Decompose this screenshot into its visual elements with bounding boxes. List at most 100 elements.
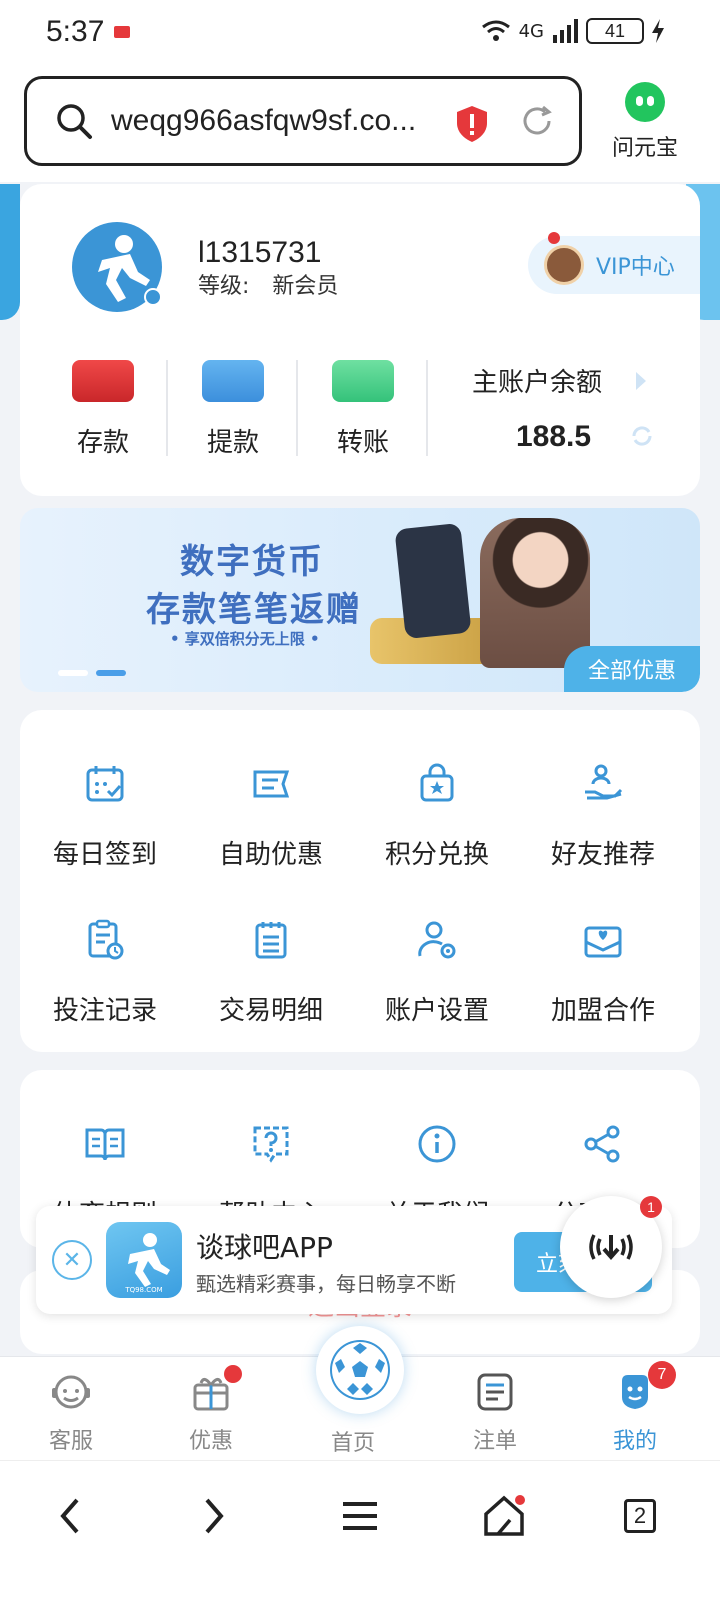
points-exchange-item[interactable]: 积分兑换: [352, 760, 522, 871]
search-icon: [57, 104, 92, 139]
tab-label: 客服: [48, 1429, 93, 1454]
carousel-dot[interactable]: [58, 670, 88, 676]
transfer-icon: [332, 360, 394, 402]
yuanbao-logo-icon: [625, 82, 665, 122]
self-service-offer-item[interactable]: 自助优惠: [186, 760, 356, 871]
tab-profile[interactable]: 7 我的: [580, 1361, 690, 1455]
book-icon: [85, 1128, 125, 1161]
signal-icon: [553, 19, 578, 43]
tab-label: 注单: [472, 1429, 517, 1454]
daily-checkin-item[interactable]: 每日签到: [20, 760, 190, 871]
tab-promotions[interactable]: 优惠: [156, 1365, 266, 1455]
tab-bet-slips[interactable]: 注单: [440, 1369, 550, 1455]
menu-label: 账户设置: [384, 996, 489, 1026]
card-icon: [202, 360, 264, 402]
tab-label: 首页: [330, 1431, 375, 1456]
chevron-left-icon: [60, 1498, 79, 1534]
home-button[interactable]: [316, 1326, 404, 1414]
profile-badge: 7: [648, 1361, 676, 1389]
list-doc-icon: [477, 1373, 513, 1411]
transaction-details-item[interactable]: 交易明细: [186, 916, 356, 1027]
menu-label: 加盟合作: [550, 996, 655, 1026]
floating-badge: 1: [640, 1196, 662, 1218]
question-bubble-icon: [253, 1126, 289, 1163]
menu-label: 好友推荐: [550, 840, 655, 870]
vip-center-label: VIP中心: [596, 255, 675, 280]
floating-download-button[interactable]: 1: [560, 1196, 662, 1298]
transfer-button[interactable]: 转账: [308, 360, 418, 459]
divider: [166, 360, 168, 456]
app-logo: TQ98.COM: [106, 1222, 182, 1298]
divider: [426, 360, 428, 456]
feature-menu: 每日签到 自助优惠 积分兑换 好友推荐 投注记录 交易明细 账户设置 加盟合作: [20, 710, 700, 1052]
bet-records-item[interactable]: 投注记录: [20, 916, 190, 1027]
address-bar[interactable]: weqg966asfqw9sf.co...: [24, 76, 582, 166]
ticket-icon: [253, 770, 290, 798]
profile-card: l1315731 等级: 新会员 VIP中心 存款 提款 转账 主账户余额 18…: [20, 184, 700, 496]
withdraw-button[interactable]: 提款: [178, 360, 288, 459]
hand-person-icon: [585, 764, 623, 800]
menu-label: 每日签到: [52, 840, 157, 870]
deposit-button[interactable]: 存款: [48, 360, 158, 459]
download-signal-icon: [589, 1234, 633, 1261]
menu-label: 自助优惠: [218, 840, 323, 870]
tab-label: 优惠: [188, 1429, 233, 1454]
app-title: 谈球吧APP: [196, 1231, 333, 1264]
menu-label: 积分兑换: [384, 840, 489, 870]
level-label: 等级:: [198, 274, 250, 299]
tab-label: 我的: [612, 1429, 657, 1454]
chevron-right-icon[interactable]: [636, 372, 646, 390]
info-icon: [418, 1125, 456, 1163]
chevron-right-icon: [205, 1498, 224, 1534]
model-image: [480, 518, 590, 668]
notification-book-icon: [114, 26, 131, 38]
share-icon: [584, 1125, 620, 1163]
gift-bag-icon: [420, 763, 454, 802]
username: l1315731: [198, 236, 322, 269]
avatar-status-dot: [144, 288, 162, 306]
carousel-dot-active[interactable]: [96, 670, 126, 676]
divider: [296, 360, 298, 456]
network-type: 4G: [518, 20, 544, 42]
banner-tagline: • 享双倍积分无上限 •: [170, 630, 320, 648]
reload-icon[interactable]: [519, 103, 555, 139]
tabs-switcher-button[interactable]: 2: [610, 1491, 670, 1541]
yuanbao-assistant-button[interactable]: 问元宝: [600, 82, 690, 162]
app-logo-text: TQ98.COM: [124, 1286, 162, 1294]
app-subtitle: 甄选精彩赛事，每日畅享不断: [196, 1272, 456, 1296]
clock: 5:37: [46, 15, 105, 48]
deposit-label: 存款: [76, 428, 129, 458]
partnership-item[interactable]: 加盟合作: [518, 916, 688, 1027]
all-offers-button[interactable]: 全部优惠: [564, 646, 700, 692]
promo-banner[interactable]: 数字货币 存款笔笔返赠 • 享双倍积分无上限 • 全部优惠: [20, 508, 700, 692]
url-text[interactable]: weqg966asfqw9sf.co...: [111, 104, 416, 138]
account-settings-item[interactable]: 账户设置: [352, 916, 522, 1027]
tab-home[interactable]: 首页: [298, 1425, 408, 1457]
close-icon[interactable]: ✕: [52, 1240, 92, 1280]
browser-home-button[interactable]: [474, 1491, 534, 1541]
menu-label: 交易明细: [218, 996, 323, 1026]
status-bar: 5:37 4G 41: [0, 0, 720, 64]
refresh-balance-icon[interactable]: [630, 424, 654, 448]
back-button[interactable]: [40, 1491, 100, 1541]
refer-friend-item[interactable]: 好友推荐: [518, 760, 688, 871]
menu-button[interactable]: [330, 1491, 390, 1541]
vip-helmet-icon: [544, 245, 584, 285]
forward-button[interactable]: [184, 1491, 244, 1541]
phone-image: [394, 522, 472, 640]
calendar-check-icon: [86, 766, 124, 802]
tab-customer-service[interactable]: 客服: [16, 1369, 126, 1455]
balance-title[interactable]: 主账户余额: [472, 362, 602, 399]
balance-value: 188.5: [516, 420, 592, 453]
yuanbao-label: 问元宝: [611, 136, 678, 161]
menu-label: 投注记录: [52, 996, 157, 1026]
tabs-count: 2: [624, 1499, 656, 1533]
level-value: 新会员: [272, 274, 339, 299]
battery-level: 41: [604, 20, 626, 41]
battery-indicator: 41: [586, 18, 644, 44]
carousel-indicator: [58, 670, 126, 676]
security-warning-icon[interactable]: [455, 105, 489, 143]
clipboard-clock-icon: [88, 919, 124, 960]
vip-center-button[interactable]: VIP中心: [528, 232, 700, 294]
banner-subheadline: 存款笔笔返赠: [146, 590, 362, 630]
